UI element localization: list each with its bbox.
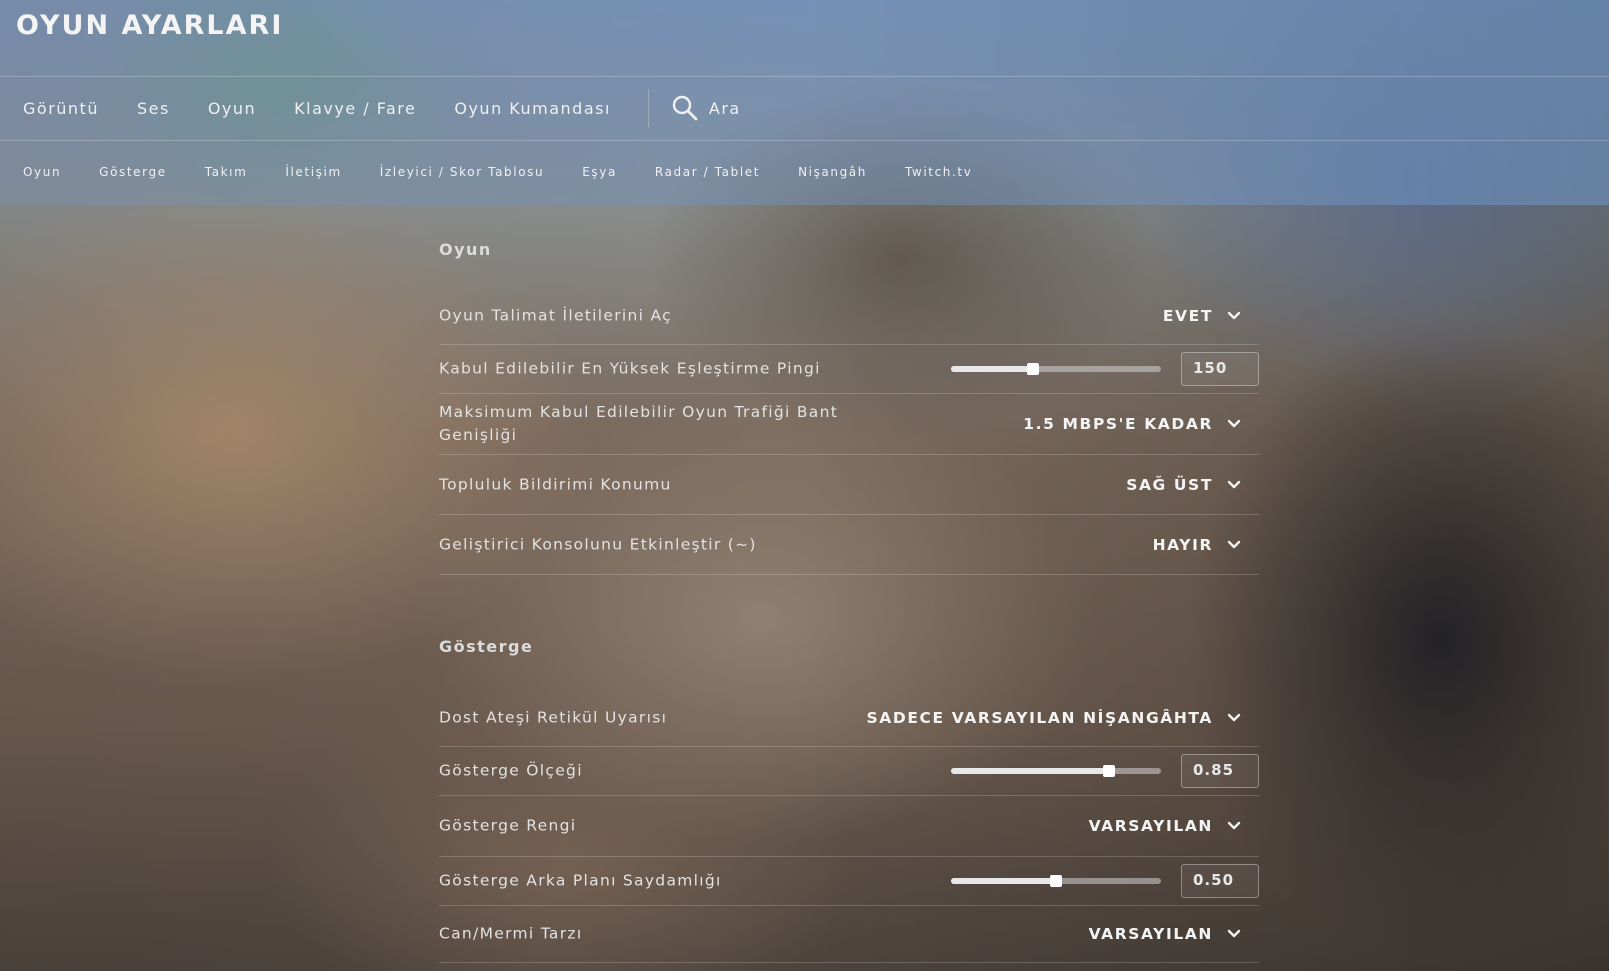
slider-control: 0.50 [951,864,1259,898]
search-label: Ara [708,98,741,118]
dropdown[interactable]: SADECE VARSAYILAN NİŞANGÂHTA [867,709,1241,727]
slider-fill [951,878,1056,884]
settings-panel: Oyun Oyun Talimat İletilerini Aç EVET Ka… [439,205,1259,963]
dropdown-value: EVET [1162,307,1213,325]
tab-klavye-fare[interactable]: Klavye / Fare [294,99,416,118]
setting-row: Gösterge Arka Planı Saydamlığı 0.50 [439,857,1259,906]
setting-label: Dost Ateşi Retikül Uyarısı [439,708,668,727]
setting-label: Gösterge Ölçeği [439,761,583,780]
subtab-iletisim[interactable]: İletişim [285,165,341,179]
slider-control: 0.85 [951,754,1259,788]
slider-thumb[interactable] [1102,765,1115,777]
chevron-down-icon [1227,713,1241,722]
subtab-nisangah[interactable]: Nişangâh [798,165,867,179]
search-icon [672,95,698,121]
subtab-oyun[interactable]: Oyun [23,165,61,179]
dropdown[interactable]: EVET [1163,307,1241,325]
section-title-gosterge: Gösterge [439,637,534,656]
setting-row: Kabul Edilebilir En Yüksek Eşleştirme Pi… [439,345,1259,394]
dropdown[interactable]: VARSAYILAN [1089,925,1241,943]
setting-label: Kabul Edilebilir En Yüksek Eşleştirme Pi… [439,359,821,378]
dropdown[interactable]: 1.5 MBPS'E KADAR [1023,415,1241,433]
subtab-radar-tablet[interactable]: Radar / Tablet [655,165,760,179]
chevron-down-icon [1227,480,1241,488]
main-nav: Görüntü Ses Oyun Klavye / Fare Oyun Kuma… [0,76,1609,140]
tab-goruntu[interactable]: Görüntü [23,99,99,118]
chevron-down-icon [1227,419,1241,428]
sub-nav: Oyun Gösterge Takım İletişim İzleyici / … [0,140,1609,204]
dropdown-value: HAYIR [1152,535,1213,554]
tab-oyun-kumandasi[interactable]: Oyun Kumandası [454,99,611,118]
page-title: OYUN AYARLARI [16,10,284,41]
dropdown[interactable]: SAĞ ÜST [1126,476,1241,494]
setting-label: Gösterge Arka Planı Saydamlığı [439,871,722,890]
setting-row: Dost Ateşi Retikül Uyarısı SADECE VARSAY… [439,690,1259,747]
search-button[interactable]: Ara [671,94,741,122]
setting-row: Can/Mermi Tarzı VARSAYILAN [439,906,1259,963]
slider-thumb[interactable] [1050,875,1062,887]
value-input[interactable]: 0.50 [1181,864,1259,898]
setting-label: Can/Mermi Tarzı [439,924,583,943]
dropdown-value: VARSAYILAN [1088,817,1213,835]
value-input[interactable]: 150 [1181,352,1259,386]
setting-row: Oyun Talimat İletilerini Aç EVET [439,288,1259,345]
slider-fill [951,366,1033,372]
setting-label: Gösterge Rengi [439,816,577,835]
chevron-down-icon [1227,929,1241,938]
dropdown-value: 1.5 MBPS'E KADAR [1023,415,1213,433]
setting-row: Geliştirici Konsolunu Etkinleştir (~) HA… [439,515,1259,575]
chevron-down-icon [1227,311,1241,320]
setting-row: Gösterge Ölçeği 0.85 [439,747,1259,796]
subtab-izleyici-skor-tablosu[interactable]: İzleyici / Skor Tablosu [380,165,544,179]
setting-row: Topluluk Bildirimi Konumu SAĞ ÜST [439,455,1259,515]
subtab-twitch[interactable]: Twitch.tv [905,165,972,179]
slider[interactable] [951,363,1161,375]
slider-control: 150 [951,352,1259,386]
setting-label: Geliştirici Konsolunu Etkinleştir (~) [439,535,757,553]
chevron-down-icon [1227,821,1241,830]
chevron-down-icon [1227,540,1241,548]
dropdown[interactable]: HAYIR [1153,536,1241,554]
slider-thumb[interactable] [1026,363,1039,375]
dropdown[interactable]: VARSAYILAN [1089,817,1241,835]
setting-label: Maksimum Kabul Edilebilir Oyun Trafiği B… [439,403,839,444]
tab-ses[interactable]: Ses [137,99,170,118]
slider[interactable] [951,875,1161,887]
subtab-takim[interactable]: Takım [205,165,248,179]
subtab-gosterge[interactable]: Gösterge [99,165,167,179]
setting-row: Gösterge Rengi VARSAYILAN [439,796,1259,857]
slider[interactable] [951,765,1161,777]
section-title-oyun: Oyun [439,240,492,259]
tab-oyun[interactable]: Oyun [208,99,256,118]
dropdown-value: SADECE VARSAYILAN NİŞANGÂHTA [866,709,1213,727]
value-input[interactable]: 0.85 [1181,754,1259,788]
setting-label: Topluluk Bildirimi Konumu [439,475,672,493]
nav-divider [647,89,649,127]
subtab-esya[interactable]: Eşya [582,165,617,179]
dropdown-value: SAĞ ÜST [1126,475,1213,494]
dropdown-value: VARSAYILAN [1088,925,1213,943]
setting-row: Maksimum Kabul Edilebilir Oyun Trafiği B… [439,394,1259,455]
slider-fill [951,768,1109,774]
setting-label: Oyun Talimat İletilerini Aç [439,306,672,325]
